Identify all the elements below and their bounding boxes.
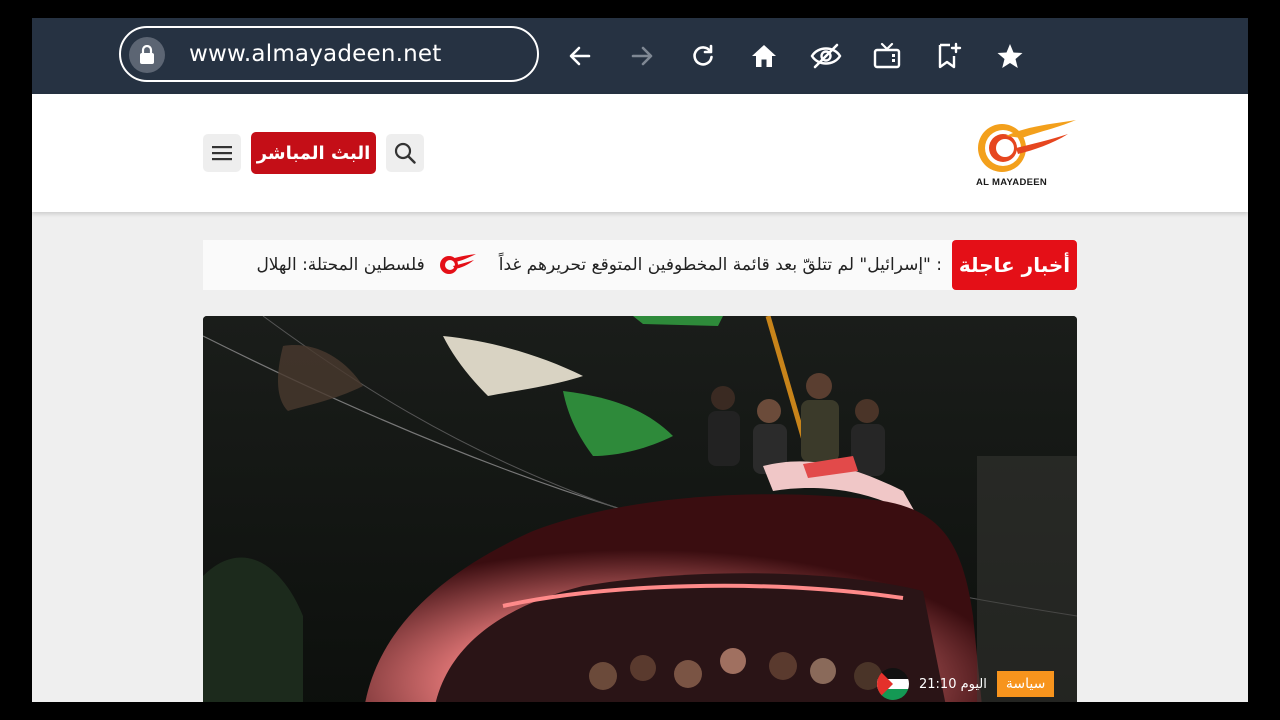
home-icon[interactable] <box>746 38 782 74</box>
forward-arrow-icon[interactable] <box>624 38 660 74</box>
mayadeen-logo-icon <box>439 254 476 274</box>
back-arrow-icon[interactable] <box>562 38 598 74</box>
article-hero-image[interactable] <box>203 316 1077 702</box>
breaking-news-ticker: أخبار عاجلة : "إسرائيل" لم تتلقّ بعد قائ… <box>203 240 1077 290</box>
live-broadcast-button[interactable]: البث المباشر <box>251 132 376 174</box>
article-meta: سياسة اليوم 21:10 <box>877 668 1055 700</box>
site-logo[interactable]: AL MAYADEEN <box>972 118 1082 190</box>
palestine-flag-icon <box>877 668 909 700</box>
ticker-item[interactable]: فلسطين المحتلة: الهلال <box>246 255 424 275</box>
hamburger-icon <box>212 146 232 161</box>
category-badge[interactable]: سياسة <box>996 671 1055 697</box>
eye-off-icon[interactable] <box>808 38 844 74</box>
url-text[interactable]: www.almayadeen.net <box>189 41 441 67</box>
mayadeen-logo-icon <box>978 120 1076 172</box>
star-icon[interactable] <box>992 38 1028 74</box>
browser-screen: www.almayadeen.net البث المباشر AL MAYAD… <box>32 18 1248 702</box>
tv-icon[interactable] <box>869 38 905 74</box>
logo-text: AL MAYADEEN <box>976 177 1048 188</box>
bookmark-add-icon[interactable] <box>931 38 967 74</box>
search-icon <box>394 142 416 164</box>
article-time: اليوم 21:10 <box>919 676 987 692</box>
browser-toolbar: www.almayadeen.net <box>32 18 1248 94</box>
ticker-item[interactable]: : "إسرائيل" لم تتلقّ بعد قائمة المخطوفين… <box>489 255 942 275</box>
ticker-track: : "إسرائيل" لم تتلقّ بعد قائمة المخطوفين… <box>246 240 942 290</box>
address-bar[interactable]: www.almayadeen.net <box>119 26 539 82</box>
site-header: البث المباشر AL MAYADEEN <box>32 94 1248 212</box>
hero-photo <box>203 316 1077 702</box>
lock-icon[interactable] <box>129 37 165 73</box>
breaking-news-label: أخبار عاجلة <box>952 240 1077 290</box>
search-button[interactable] <box>386 134 424 172</box>
hamburger-menu-button[interactable] <box>203 134 241 172</box>
reload-icon[interactable] <box>685 38 721 74</box>
